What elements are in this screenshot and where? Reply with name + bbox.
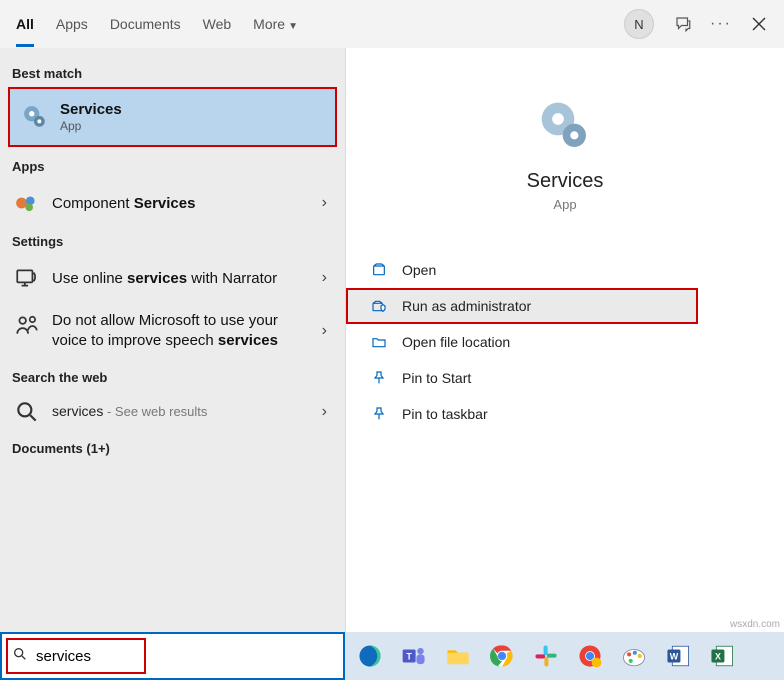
result-text: Do not allow Microsoft to use your voice… bbox=[52, 311, 310, 352]
chevron-right-icon: › bbox=[322, 269, 331, 287]
result-speech-services[interactable]: Do not allow Microsoft to use your voice… bbox=[0, 301, 345, 362]
taskbar-teams[interactable]: T bbox=[395, 637, 433, 675]
search-bar[interactable] bbox=[0, 632, 345, 680]
action-open[interactable]: Open bbox=[346, 252, 784, 288]
tab-web[interactable]: Web bbox=[203, 2, 232, 46]
folder-icon bbox=[370, 333, 388, 351]
gear-icon bbox=[537, 98, 593, 154]
result-text: Use online services with Narrator bbox=[52, 270, 310, 287]
detail-title: Services bbox=[346, 170, 784, 193]
detail-panel: Services App Open Run as administrator O… bbox=[345, 48, 784, 632]
gear-icon bbox=[22, 104, 48, 130]
shield-icon bbox=[370, 297, 388, 315]
action-label: Open bbox=[402, 262, 436, 278]
feedback-icon[interactable] bbox=[674, 15, 692, 33]
section-best-match: Best match bbox=[0, 58, 345, 87]
pin-icon bbox=[370, 405, 388, 423]
user-avatar[interactable]: N bbox=[624, 9, 654, 39]
search-input[interactable] bbox=[10, 644, 335, 669]
close-icon[interactable] bbox=[750, 15, 768, 33]
taskbar-explorer[interactable] bbox=[439, 637, 477, 675]
pin-icon bbox=[370, 369, 388, 387]
tab-documents[interactable]: Documents bbox=[110, 2, 181, 46]
section-apps: Apps bbox=[0, 151, 345, 180]
chevron-down-icon: ▼ bbox=[288, 21, 298, 32]
section-settings: Settings bbox=[0, 226, 345, 255]
detail-subtitle: App bbox=[346, 197, 784, 212]
taskbar-word[interactable]: W bbox=[659, 637, 697, 675]
narrator-icon bbox=[14, 265, 40, 291]
taskbar-slack[interactable] bbox=[527, 637, 565, 675]
main-content: Best match Services App Apps Component S… bbox=[0, 48, 784, 632]
results-panel: Best match Services App Apps Component S… bbox=[0, 48, 345, 632]
chevron-right-icon: › bbox=[322, 194, 331, 212]
tab-all[interactable]: All bbox=[16, 2, 34, 46]
section-documents: Documents (1+) bbox=[0, 433, 345, 462]
action-label: Pin to Start bbox=[402, 370, 471, 386]
chevron-right-icon: › bbox=[322, 403, 331, 421]
action-label: Open file location bbox=[402, 334, 510, 350]
tabs: All Apps Documents Web More▼ bbox=[16, 2, 298, 46]
result-text: Component Services bbox=[52, 195, 310, 212]
action-run-as-administrator[interactable]: Run as administrator bbox=[346, 288, 698, 324]
search-icon bbox=[14, 399, 40, 425]
section-web: Search the web bbox=[0, 362, 345, 391]
result-text: Services App bbox=[60, 101, 323, 133]
action-pin-to-start[interactable]: Pin to Start bbox=[346, 360, 784, 396]
open-icon bbox=[370, 261, 388, 279]
result-component-services[interactable]: Component Services › bbox=[0, 180, 345, 226]
taskbar-excel[interactable]: X bbox=[703, 637, 741, 675]
taskbar-chrome-canary[interactable] bbox=[571, 637, 609, 675]
taskbar-edge[interactable] bbox=[351, 637, 389, 675]
taskbar-chrome[interactable] bbox=[483, 637, 521, 675]
search-tabs-bar: All Apps Documents Web More▼ N ··· bbox=[0, 0, 784, 48]
svg-text:W: W bbox=[670, 651, 679, 661]
tab-apps[interactable]: Apps bbox=[56, 2, 88, 46]
action-label: Run as administrator bbox=[402, 298, 531, 314]
more-options-icon[interactable]: ··· bbox=[712, 15, 730, 33]
chevron-right-icon: › bbox=[322, 322, 331, 340]
action-pin-to-taskbar[interactable]: Pin to taskbar bbox=[346, 396, 784, 432]
taskbar: T W X bbox=[345, 632, 784, 680]
svg-text:X: X bbox=[715, 651, 721, 661]
detail-header: Services App bbox=[346, 78, 784, 226]
component-icon bbox=[14, 190, 40, 216]
top-controls: N ··· bbox=[624, 9, 768, 39]
search-icon bbox=[12, 646, 28, 667]
taskbar-paint[interactable] bbox=[615, 637, 653, 675]
result-narrator-services[interactable]: Use online services with Narrator › bbox=[0, 255, 345, 301]
tab-more[interactable]: More▼ bbox=[253, 2, 298, 46]
watermark: wsxdn.com bbox=[730, 619, 780, 630]
action-open-file-location[interactable]: Open file location bbox=[346, 324, 784, 360]
result-services-app[interactable]: Services App bbox=[8, 87, 337, 147]
action-label: Pin to taskbar bbox=[402, 406, 488, 422]
result-web-services[interactable]: services - See web results › bbox=[0, 391, 345, 433]
svg-text:T: T bbox=[406, 651, 412, 661]
detail-actions: Open Run as administrator Open file loca… bbox=[346, 252, 784, 432]
speech-icon bbox=[14, 313, 40, 339]
